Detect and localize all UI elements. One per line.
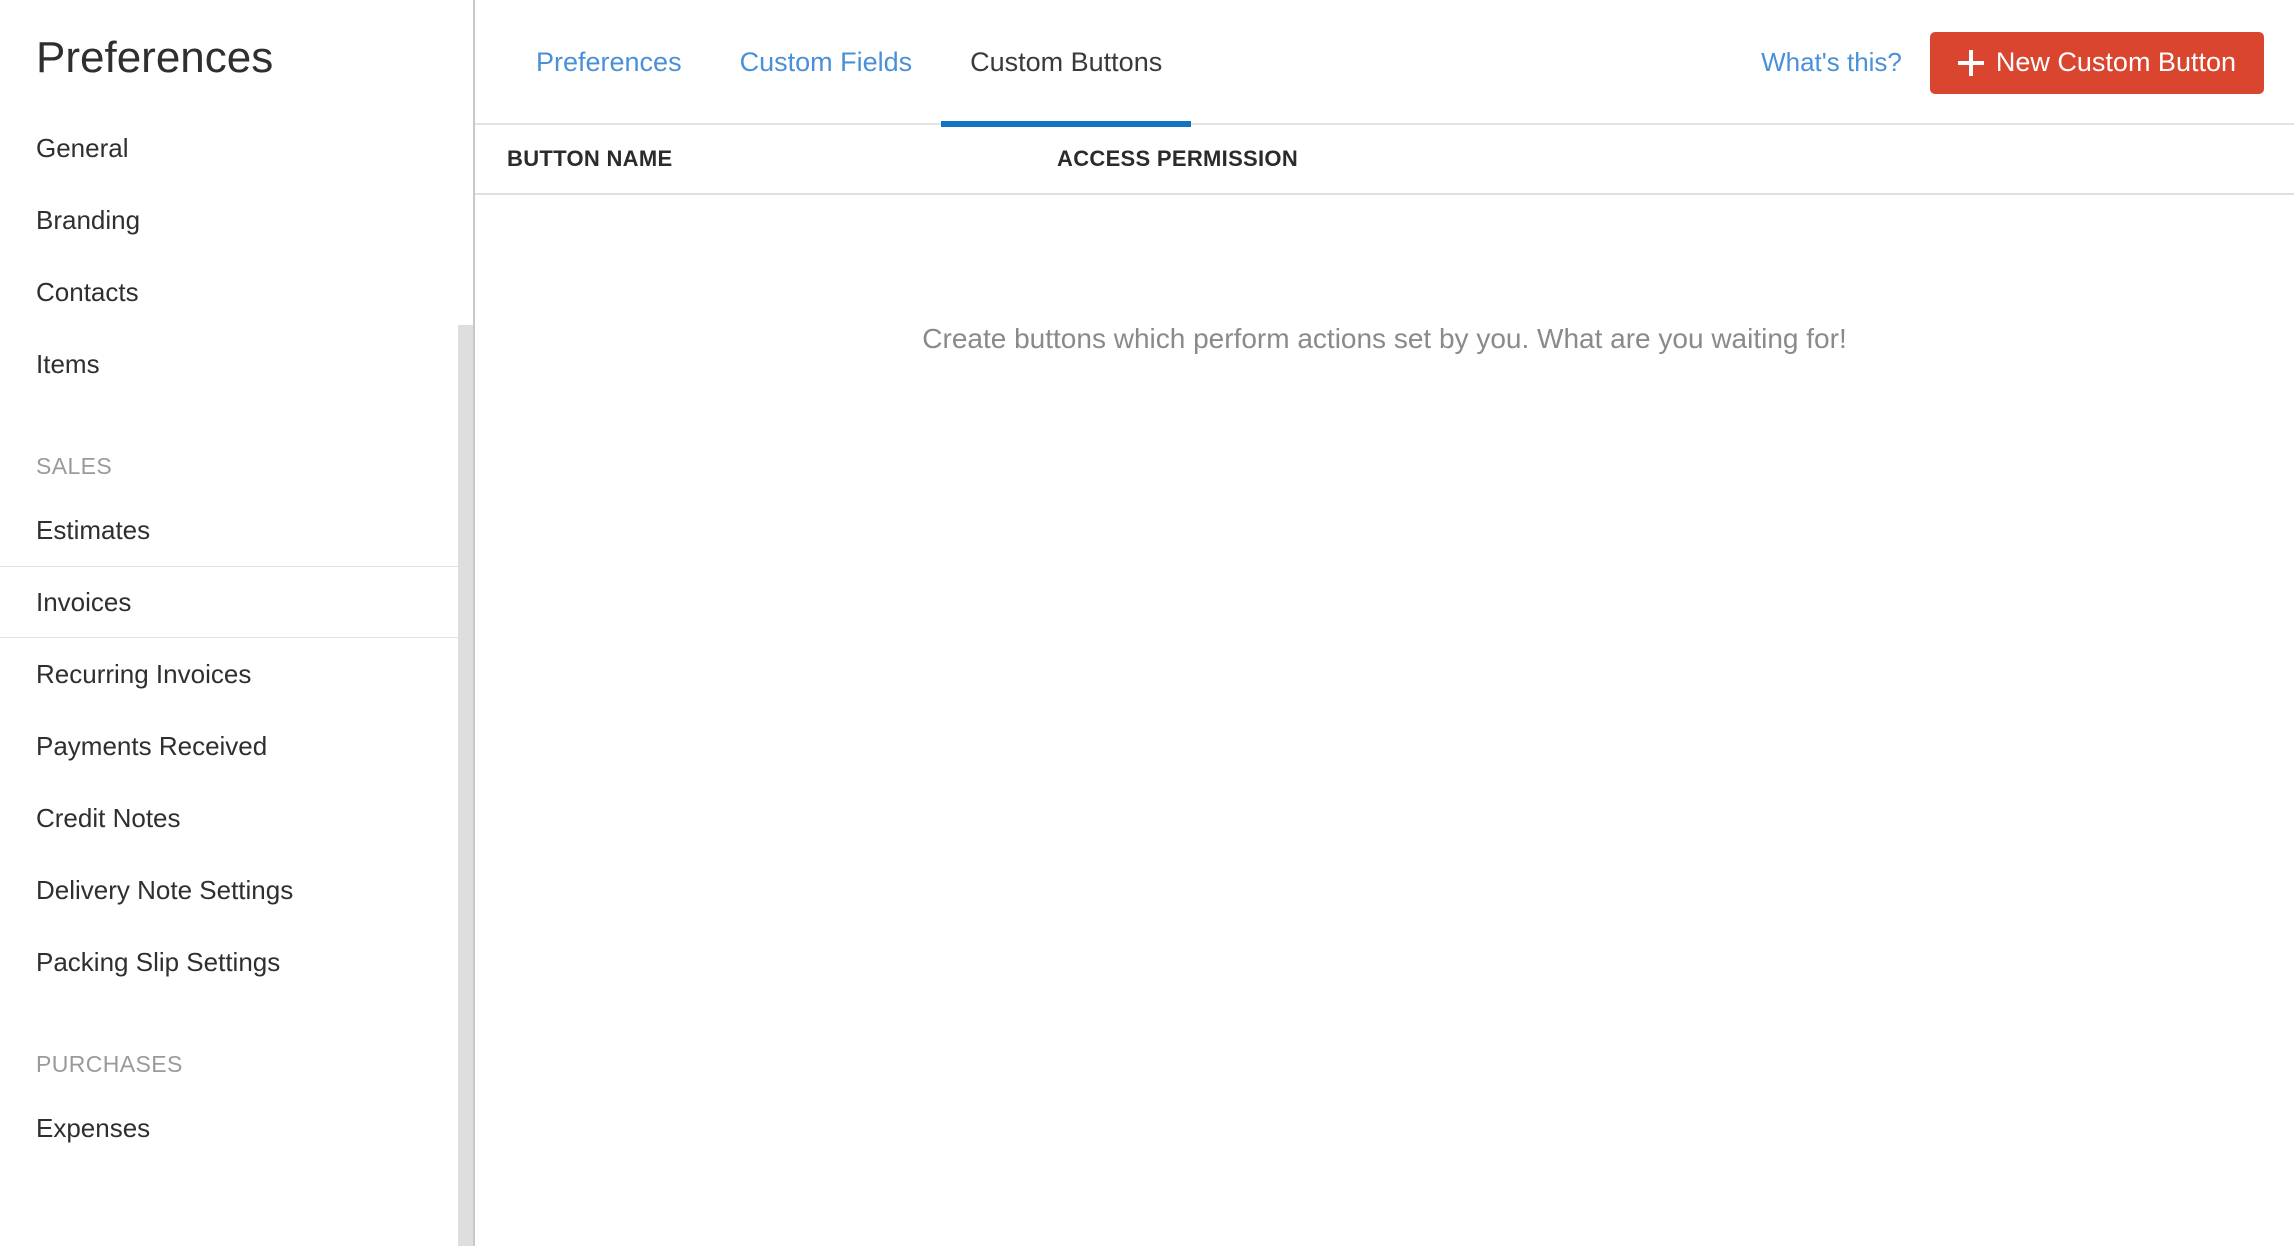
sidebar-content: Preferences General Branding Contacts It… xyxy=(0,0,458,1246)
sidebar-item-payments-received[interactable]: Payments Received xyxy=(0,710,458,782)
sidebar-item-contacts[interactable]: Contacts xyxy=(0,256,458,328)
sidebar-item-estimates[interactable]: Estimates xyxy=(0,494,458,566)
sidebar-item-label: Payments Received xyxy=(36,730,268,761)
sidebar-item-delivery-note-settings[interactable]: Delivery Note Settings xyxy=(0,854,458,926)
empty-state-message: Create buttons which perform actions set… xyxy=(922,323,1847,354)
sidebar-scrollbar-thumb[interactable] xyxy=(458,325,473,1246)
sidebar-item-label: Items xyxy=(36,348,100,379)
topbar-actions: What's this? New Custom Button xyxy=(1761,0,2294,125)
empty-state: Create buttons which perform actions set… xyxy=(475,195,2294,1244)
sidebar-item-label: Expenses xyxy=(36,1112,151,1143)
tab-bar: Preferences Custom Fields Custom Buttons xyxy=(475,0,1192,127)
sidebar-item-label: Invoices xyxy=(36,586,132,617)
tab-label: Preferences xyxy=(536,47,682,77)
sidebar-section-purchases: PURCHASES xyxy=(0,1020,458,1092)
sidebar-item-label: Packing Slip Settings xyxy=(36,946,281,977)
sidebar-item-general[interactable]: General xyxy=(0,112,458,184)
tab-label: Custom Buttons xyxy=(970,47,1163,77)
sidebar-item-label: Contacts xyxy=(36,276,139,307)
topbar: Preferences Custom Fields Custom Buttons… xyxy=(475,0,2294,127)
sidebar-section-sales: SALES xyxy=(0,422,458,494)
column-header-button-name: BUTTON NAME xyxy=(507,146,673,171)
sidebar-item-branding[interactable]: Branding xyxy=(0,184,458,256)
sidebar-item-label: Delivery Note Settings xyxy=(36,874,294,905)
sidebar-scrollbar[interactable] xyxy=(458,0,473,1246)
sidebar-item-credit-notes[interactable]: Credit Notes xyxy=(0,782,458,854)
sidebar-item-items[interactable]: Items xyxy=(0,328,458,400)
sidebar-item-label: Branding xyxy=(36,204,141,235)
sidebar-item-label: Credit Notes xyxy=(36,802,181,833)
preferences-page: Preferences General Branding Contacts It… xyxy=(0,0,2294,1246)
plus-icon xyxy=(1957,49,1984,76)
table-header-row: BUTTON NAME ACCESS PERMISSION xyxy=(475,125,2294,195)
sidebar-item-packing-slip-settings[interactable]: Packing Slip Settings xyxy=(0,926,458,998)
column-header-access-permission: ACCESS PERMISSION xyxy=(1057,146,1299,171)
sidebar-item-recurring-invoices[interactable]: Recurring Invoices xyxy=(0,638,458,710)
sidebar-section-label: PURCHASES xyxy=(36,1051,183,1077)
tab-custom-fields[interactable]: Custom Fields xyxy=(711,0,942,125)
sidebar-item-expenses[interactable]: Expenses xyxy=(0,1092,458,1164)
whats-this-link[interactable]: What's this? xyxy=(1761,47,1902,78)
page-title: Preferences xyxy=(36,33,274,82)
new-custom-button-label: New Custom Button xyxy=(1995,47,2236,77)
sidebar-item-invoices[interactable]: Invoices xyxy=(0,566,458,638)
new-custom-button[interactable]: New Custom Button xyxy=(1929,31,2264,94)
sidebar-item-label: General xyxy=(36,132,129,163)
sidebar: Preferences General Branding Contacts It… xyxy=(0,0,475,1246)
sidebar-item-label: Recurring Invoices xyxy=(36,658,252,689)
tab-preferences[interactable]: Preferences xyxy=(507,0,711,125)
main-content: Preferences Custom Fields Custom Buttons… xyxy=(475,0,2294,1246)
tab-custom-buttons[interactable]: Custom Buttons xyxy=(941,0,1192,127)
sidebar-section-label: SALES xyxy=(36,453,113,479)
sidebar-item-label: Estimates xyxy=(36,514,151,545)
tab-label: Custom Fields xyxy=(739,47,913,77)
sidebar-nav: General Branding Contacts Items SALES Es… xyxy=(0,112,458,1164)
